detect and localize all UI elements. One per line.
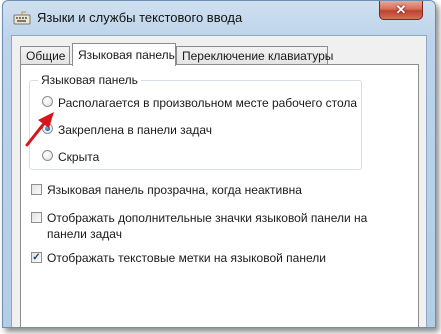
checkbox-checked[interactable]: ✓ — [31, 252, 42, 263]
tab-general[interactable]: Общие — [20, 46, 70, 65]
tab-panel: Языковая панель Располагается в произвол… — [20, 64, 419, 327]
radio-label: Закреплена в панели задач — [58, 123, 212, 137]
radio-option-hidden[interactable]: Скрыта — [42, 149, 99, 165]
checkbox-label: Отображать текстовые метки на языковой п… — [47, 251, 326, 265]
radio-button[interactable] — [42, 96, 53, 107]
checkbox-extra-icons-taskbar[interactable]: Отображать дополнительные значки языково… — [31, 210, 367, 242]
keyboard-icon — [13, 11, 31, 25]
red-arrow-icon — [25, 112, 54, 147]
checkbox-label: Языковая панель прозрачна, когда неактив… — [47, 183, 302, 197]
close-icon: ✕ — [395, 2, 407, 17]
dialog-client-area: Общие Языковая панель Переключение клави… — [11, 35, 427, 327]
checkbox-text-labels[interactable]: ✓ Отображать текстовые метки на языковой… — [31, 250, 326, 266]
window-title: Языки и службы текстового ввода — [37, 10, 243, 25]
checkbox[interactable] — [31, 184, 42, 195]
radio-label: Скрыта — [58, 150, 100, 164]
check-mark-icon: ✓ — [32, 252, 41, 263]
radio-option-floating[interactable]: Располагается в произвольном месте рабоч… — [42, 95, 357, 111]
tab-keyboard-switching[interactable]: Переключение клавиатуры — [176, 46, 333, 65]
radio-button[interactable] — [42, 150, 53, 161]
radio-label: Располагается в произвольном месте рабоч… — [58, 96, 358, 110]
checkbox-label: Отображать дополнительные значки языково… — [47, 211, 368, 241]
title-bar[interactable]: Языки и службы текстового ввода ✕ — [3, 1, 435, 35]
close-button[interactable]: ✕ — [379, 1, 423, 20]
group-title: Языковая панель — [38, 73, 141, 87]
radio-option-docked-taskbar[interactable]: Закреплена в панели задач — [42, 122, 212, 138]
tab-language-bar[interactable]: Языковая панель — [72, 43, 176, 66]
language-bar-group: Языковая панель Располагается в произвол… — [29, 73, 362, 170]
checkbox-transparent-inactive[interactable]: Языковая панель прозрачна, когда неактив… — [31, 182, 302, 198]
dialog-window: Языки и службы текстового ввода ✕ Общие … — [2, 0, 436, 328]
checkbox[interactable] — [31, 212, 42, 223]
